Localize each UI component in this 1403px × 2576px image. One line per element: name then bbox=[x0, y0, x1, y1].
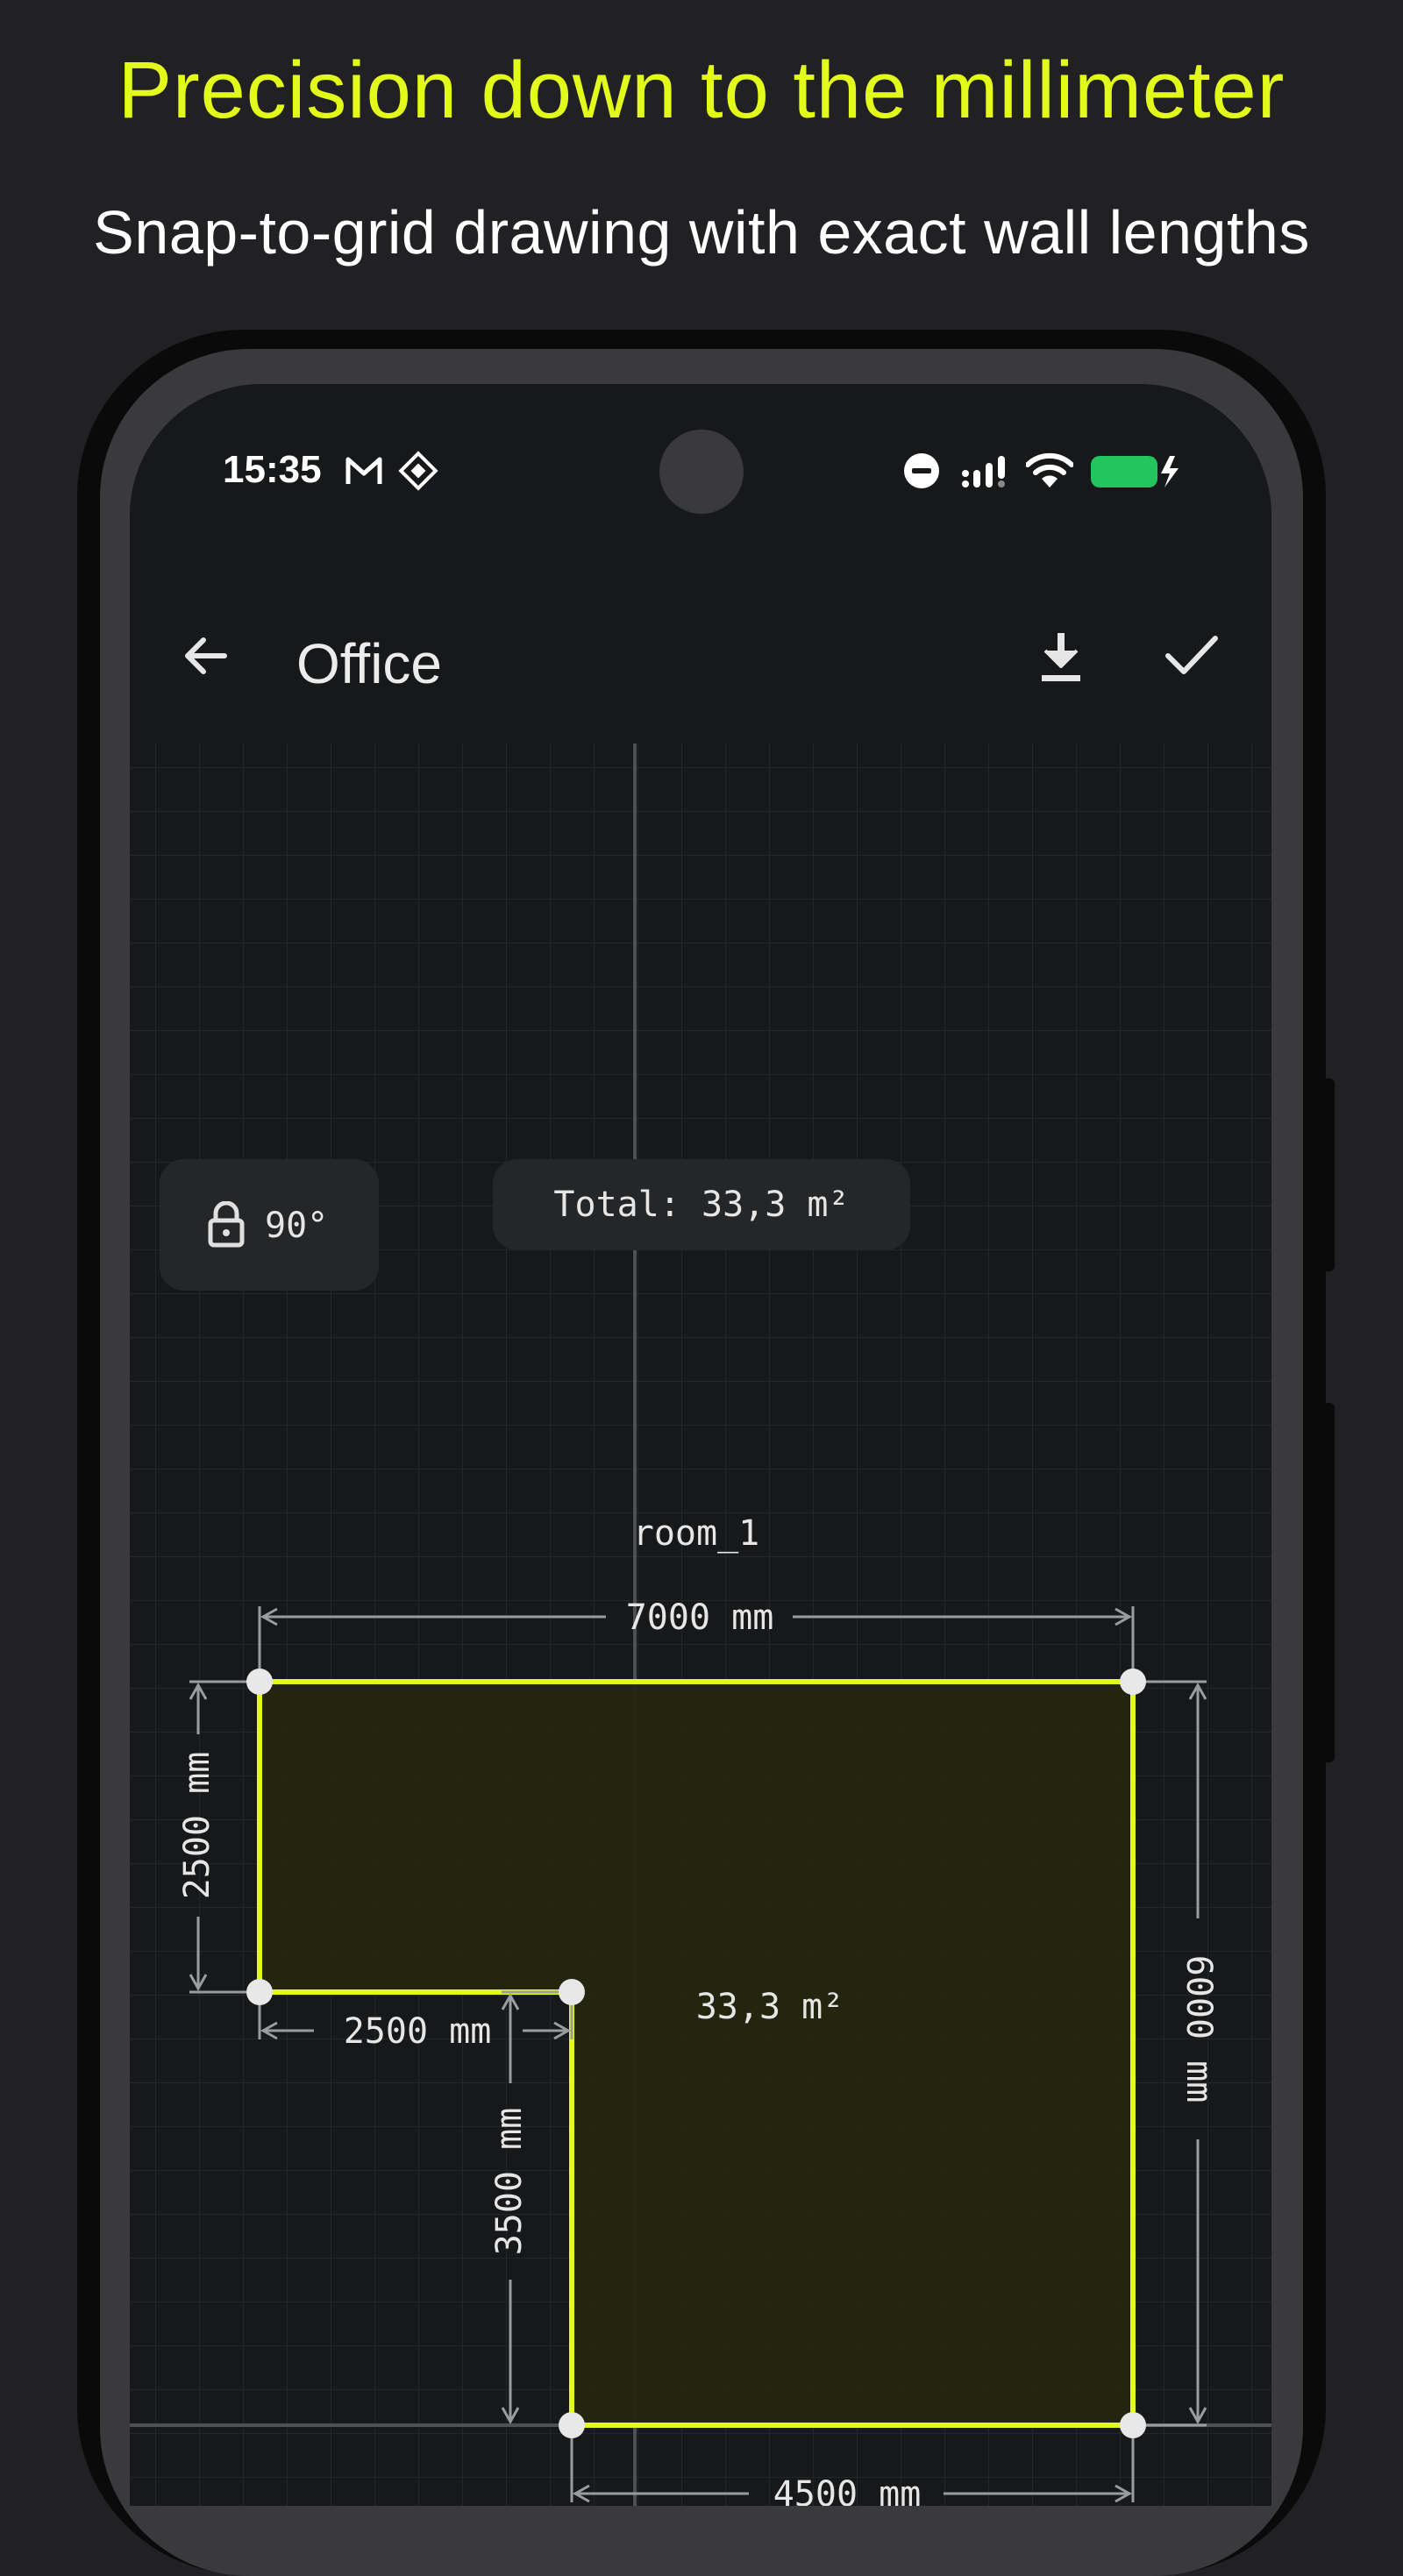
arrow-left-icon[interactable] bbox=[179, 630, 231, 682]
drawing-canvas[interactable]: room_1 33,3 m² 7000 mm 2500 mm 2500 mm 3… bbox=[130, 744, 1271, 2506]
total-area-label: Total: 33,3 m² bbox=[553, 1185, 850, 1225]
angle-lock-label: 90° bbox=[265, 1206, 329, 1246]
page-title: Office bbox=[296, 632, 442, 695]
vertex-handle[interactable] bbox=[559, 2412, 585, 2438]
front-camera bbox=[659, 430, 744, 514]
app-notification-icon bbox=[398, 451, 438, 491]
vertex-handle[interactable] bbox=[559, 1979, 585, 2005]
vertex-handle[interactable] bbox=[1120, 2412, 1146, 2438]
promo-headline: Precision down to the millimeter bbox=[118, 46, 1285, 135]
check-icon[interactable] bbox=[1164, 633, 1219, 677]
wifi-icon bbox=[1026, 452, 1073, 487]
app-bar: Office bbox=[130, 594, 1271, 717]
status-time: 15:35 bbox=[223, 448, 322, 491]
vertex-handle[interactable] bbox=[246, 1979, 273, 2005]
dimension-inner-vertical-label[interactable]: 3500 mm bbox=[489, 2108, 530, 2256]
promo-subhead: Snap-to-grid drawing with exact wall len… bbox=[93, 198, 1310, 267]
battery-charging-icon bbox=[1091, 456, 1179, 487]
angle-lock-toggle[interactable]: 90° bbox=[160, 1159, 379, 1291]
gmail-icon bbox=[345, 457, 382, 484]
dimension-top-label[interactable]: 7000 mm bbox=[626, 1598, 774, 1638]
lock-icon bbox=[208, 1201, 245, 1248]
room-area-label: 33,3 m² bbox=[696, 1987, 844, 2027]
dimension-inner-horizontal-label[interactable]: 2500 mm bbox=[344, 2011, 492, 2052]
room-name-label[interactable]: room_1 bbox=[633, 1513, 760, 1554]
dimension-bottom-label[interactable]: 4500 mm bbox=[773, 2474, 922, 2506]
phone-volume-button bbox=[1322, 1403, 1335, 1762]
app-screen: 15:35 Office room_1 33,3 m² 7000 mm 2500… bbox=[130, 384, 1271, 2506]
floor-plan[interactable]: room_1 33,3 m² 7000 mm 2500 mm 2500 mm 3… bbox=[130, 744, 1271, 2506]
status-bar: 15:35 bbox=[130, 384, 1271, 559]
do-not-disturb-icon bbox=[904, 453, 939, 488]
total-area-chip: Total: 33,3 m² bbox=[493, 1159, 910, 1250]
dimension-right-label[interactable]: 6000 mm bbox=[1179, 1955, 1219, 2103]
vertex-handle[interactable] bbox=[246, 1669, 273, 1695]
dimension-left-label[interactable]: 2500 mm bbox=[177, 1752, 217, 1900]
download-icon[interactable] bbox=[1035, 630, 1087, 684]
signal-icon bbox=[962, 456, 1005, 487]
vertex-handle[interactable] bbox=[1120, 1669, 1146, 1695]
phone-side-button bbox=[1322, 1078, 1335, 1271]
